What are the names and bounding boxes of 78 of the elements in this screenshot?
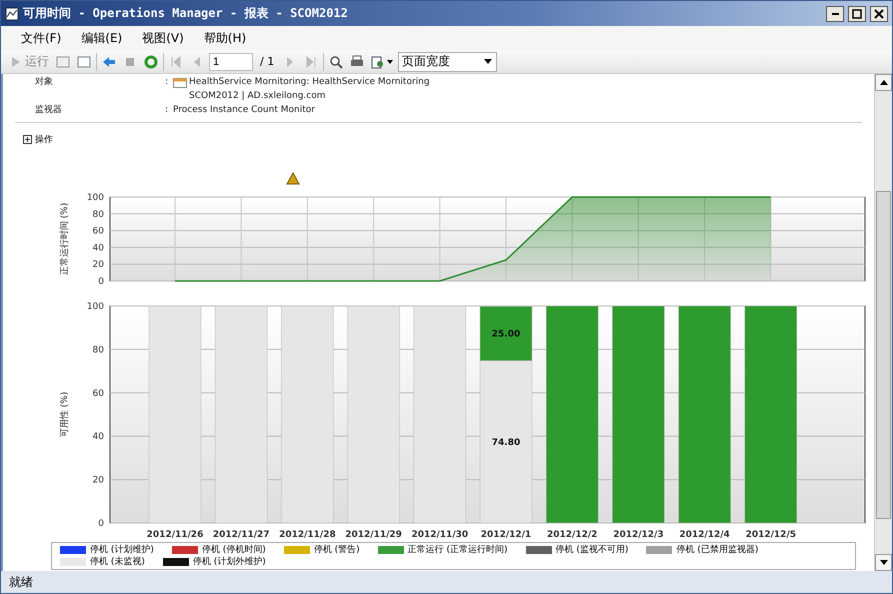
axis-tick-label: 20 bbox=[92, 260, 104, 270]
caret-icon bbox=[387, 60, 394, 64]
axis-tick-label: 0 bbox=[98, 277, 104, 286]
axis-tick-label: 20 bbox=[92, 476, 104, 486]
legend-label: 停机 (已禁用监视器) bbox=[676, 544, 758, 556]
minimize-button[interactable] bbox=[826, 6, 844, 22]
close-icon bbox=[874, 8, 884, 18]
first-page-icon bbox=[169, 54, 183, 68]
chart-window-icon bbox=[5, 6, 19, 20]
legend-label: 停机 (警告) bbox=[314, 544, 360, 556]
expand-toggle[interactable] bbox=[23, 135, 32, 144]
category-label: 2012/11/28 bbox=[279, 530, 336, 540]
last-page-icon bbox=[304, 54, 318, 68]
scroll-thumb[interactable] bbox=[876, 191, 891, 519]
document-map-icon bbox=[56, 54, 70, 68]
page-field[interactable]: 1 bbox=[209, 52, 253, 70]
section-label: 操作 bbox=[35, 134, 53, 146]
close-button[interactable] bbox=[870, 6, 888, 22]
axis-tick-label: 0 bbox=[98, 519, 104, 529]
category-label: 2012/11/26 bbox=[146, 530, 204, 540]
category-label: 2012/12/5 bbox=[746, 530, 796, 540]
scroll-up-button[interactable] bbox=[875, 74, 892, 91]
axis-tick-label: 60 bbox=[92, 388, 104, 399]
field-value: Process Instance Count Monitor bbox=[173, 105, 315, 116]
category-label: 2012/11/27 bbox=[212, 530, 270, 540]
category-label: 2012/11/29 bbox=[345, 530, 402, 540]
minimize-icon bbox=[832, 12, 838, 14]
field-value: SCOM2012 | AD.sxleilong.com bbox=[189, 91, 326, 102]
maximize-button[interactable] bbox=[848, 6, 866, 22]
axis-title: 正常运行时间 (%) bbox=[60, 202, 70, 276]
window-title: 可用时间 - Operations Manager - 报表 - SCOM2012 bbox=[23, 5, 349, 22]
field-label: 监视器 bbox=[35, 105, 63, 116]
data-label: 74.80 bbox=[492, 438, 520, 448]
object-icon bbox=[173, 78, 187, 88]
legend-label: 停机 (监视不可用) bbox=[556, 544, 628, 556]
category-label: 2012/12/1 bbox=[480, 530, 532, 540]
printer-icon bbox=[350, 54, 364, 68]
warning-icon bbox=[286, 172, 300, 184]
category-label: 2012/12/2 bbox=[547, 530, 598, 540]
down-arrow-icon bbox=[880, 560, 888, 565]
menu-item[interactable]: 视图(V) bbox=[134, 28, 192, 48]
legend-label: 停机 (停机时间) bbox=[202, 544, 266, 556]
export-icon bbox=[371, 54, 386, 68]
legend-label: 停机 (计划外维护) bbox=[192, 556, 266, 568]
legend-label: 停机 (计划维护) bbox=[90, 544, 154, 556]
axis-title: 可用性 (%) bbox=[60, 392, 70, 438]
caret-icon bbox=[484, 59, 492, 64]
category-label: 2012/11/30 bbox=[411, 530, 468, 540]
maximize-icon bbox=[852, 8, 862, 18]
axis-tick-label: 100 bbox=[86, 193, 104, 203]
up-arrow-icon bbox=[880, 80, 888, 85]
scrollbar[interactable] bbox=[874, 74, 892, 571]
menu-item[interactable]: 文件(F) bbox=[13, 28, 70, 48]
axis-tick-label: 80 bbox=[92, 345, 104, 356]
category-label: 2012/12/3 bbox=[613, 530, 664, 540]
zoom-dropdown[interactable]: 页面宽度 bbox=[398, 52, 498, 72]
axis-tick-label: 80 bbox=[92, 210, 104, 220]
window-icon bbox=[77, 54, 91, 68]
menu-item[interactable]: 编辑(E) bbox=[73, 28, 130, 48]
field-value: HealthService Mornitoring: HealthService Mornitoring bbox=[189, 77, 430, 88]
legend-label: 正常运行 (正常运行时间) bbox=[408, 544, 508, 556]
menu-item[interactable]: 帮助(H) bbox=[196, 28, 254, 48]
axis-tick-label: 40 bbox=[92, 243, 104, 254]
status-text: 就绪 bbox=[1, 571, 892, 593]
back-arrow-icon bbox=[102, 54, 116, 68]
axis-tick-label: 100 bbox=[86, 302, 104, 312]
page-total: / 1 bbox=[259, 55, 276, 68]
legend-label: 停机 (未监视) bbox=[90, 556, 145, 568]
field-separator: : bbox=[165, 105, 170, 116]
axis-tick-label: 60 bbox=[92, 226, 104, 237]
field-separator: : bbox=[165, 77, 170, 89]
category-label: 2012/12/4 bbox=[679, 530, 730, 540]
field-label: 对象 bbox=[35, 77, 54, 89]
data-label: 25.00 bbox=[492, 330, 520, 340]
refresh-icon bbox=[144, 54, 158, 68]
search-icon bbox=[329, 54, 344, 68]
axis-tick-label: 40 bbox=[92, 432, 104, 442]
scroll-down-button[interactable] bbox=[875, 554, 892, 571]
